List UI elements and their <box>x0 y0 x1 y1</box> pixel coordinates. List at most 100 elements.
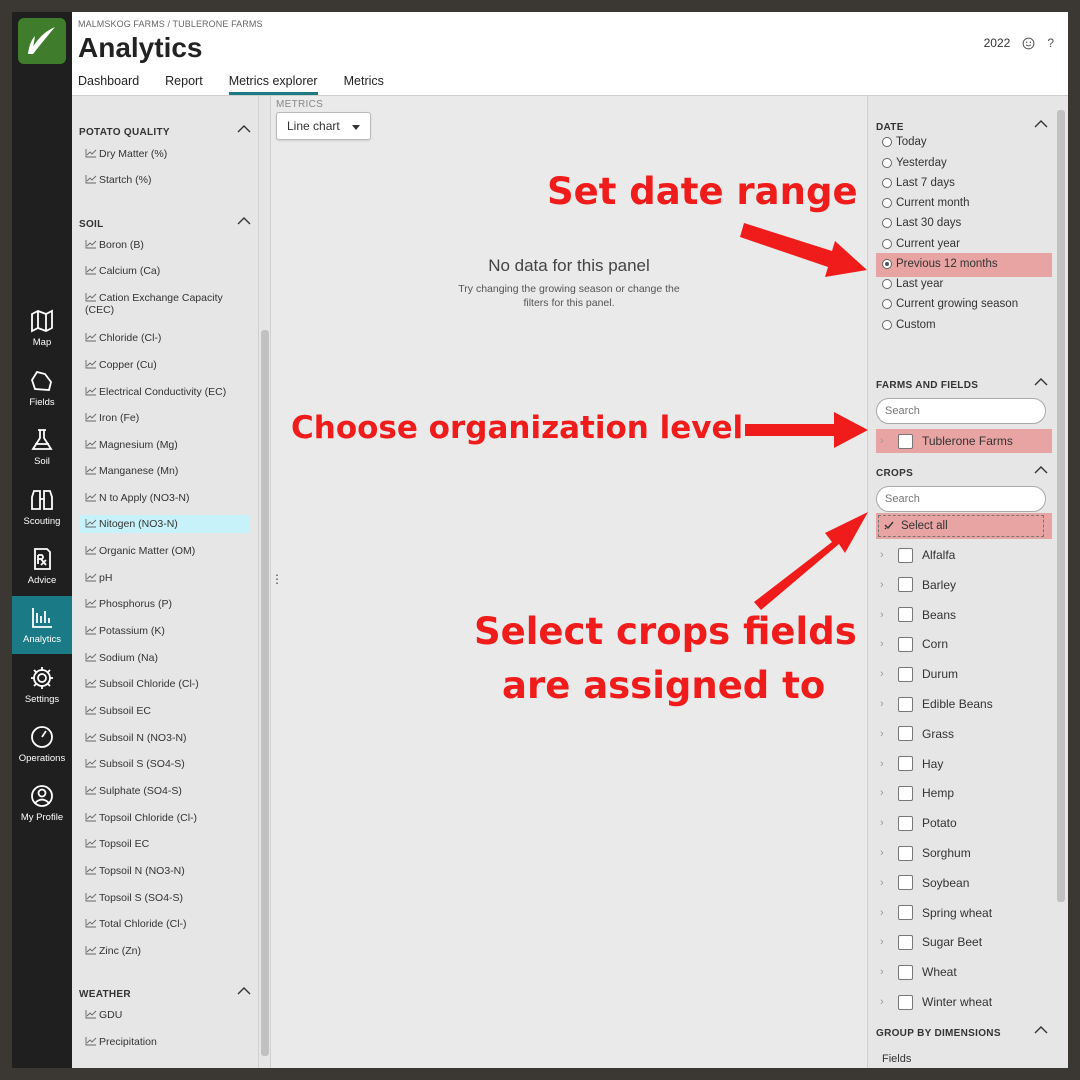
chevron-right-icon[interactable]: › <box>880 435 888 447</box>
metric-item[interactable]: Sodium (Na) <box>79 649 249 667</box>
metric-item[interactable]: N to Apply (NO3-N) <box>79 489 249 507</box>
metric-item[interactable]: Subsoil N (NO3-N) <box>79 729 249 747</box>
metric-item[interactable]: Boron (B) <box>79 236 249 254</box>
nav-item-advice[interactable]: Advice <box>12 537 72 595</box>
chevron-right-icon[interactable]: › <box>880 907 888 919</box>
nav-item-my-profile[interactable]: My Profile <box>12 774 72 832</box>
radio-icon[interactable] <box>882 198 892 208</box>
metric-item[interactable]: Topsoil N (NO3-N) <box>79 862 249 880</box>
checkbox[interactable] <box>898 815 913 831</box>
date-option[interactable]: Last 7 days <box>882 177 955 189</box>
help-icon[interactable]: ? <box>1047 36 1054 50</box>
left-resize-handle[interactable]: ⋮ <box>271 573 283 585</box>
radio-icon[interactable] <box>882 178 892 188</box>
metric-item[interactable]: Electrical Conductivity (EC) <box>79 383 249 401</box>
metric-item[interactable]: Sulphate (SO4-S) <box>79 782 249 800</box>
date-option[interactable]: Custom <box>882 319 936 331</box>
chevron-right-icon[interactable]: › <box>880 877 888 889</box>
nav-item-soil[interactable]: Soil <box>12 418 72 476</box>
crop-item[interactable]: › Beans <box>880 604 1045 626</box>
chevron-right-icon[interactable]: › <box>880 549 888 561</box>
app-logo[interactable] <box>18 18 66 64</box>
date-option[interactable]: Current month <box>882 197 970 209</box>
chevron-right-icon[interactable]: › <box>880 936 888 948</box>
crop-item[interactable]: › Edible Beans <box>880 693 1045 715</box>
metric-item[interactable]: Copper (Cu) <box>79 356 249 374</box>
crop-item[interactable]: › Wheat <box>880 961 1045 983</box>
metric-item[interactable]: Phosphorus (P) <box>79 595 249 613</box>
chevron-up-icon[interactable] <box>237 124 251 134</box>
tab-report[interactable]: Report <box>165 74 203 95</box>
chevron-right-icon[interactable]: › <box>880 728 888 740</box>
smiley-icon[interactable] <box>1022 37 1035 50</box>
nav-item-map[interactable]: Map <box>12 299 72 357</box>
checkbox[interactable] <box>898 433 913 449</box>
checkbox[interactable] <box>898 547 913 563</box>
metric-item[interactable]: Topsoil EC <box>79 835 249 853</box>
checkbox[interactable] <box>898 696 913 712</box>
metric-item[interactable]: Nitogen (NO3-N) <box>79 515 249 533</box>
filters-scrollbar[interactable] <box>1054 96 1068 1068</box>
checkbox[interactable] <box>898 785 913 801</box>
metric-group-header[interactable]: POTATO QUALITY <box>79 124 251 138</box>
nav-item-operations[interactable]: Operations <box>12 715 72 773</box>
metric-item[interactable]: Total Chloride (Cl-) <box>79 915 249 933</box>
date-option[interactable]: Last 30 days <box>882 217 961 229</box>
date-option[interactable]: Current year <box>882 238 960 250</box>
radio-icon[interactable] <box>882 218 892 228</box>
checkbox[interactable] <box>898 756 913 772</box>
date-option[interactable]: Previous 12 months <box>882 258 998 270</box>
farms-search-input[interactable] <box>876 398 1046 424</box>
chevron-up-icon[interactable] <box>1034 377 1048 387</box>
metric-item[interactable]: Cation Exchange Capacity (CEC) <box>79 289 239 319</box>
checkbox[interactable] <box>898 577 913 593</box>
radio-icon[interactable] <box>882 320 892 330</box>
crop-item[interactable]: › Corn <box>880 633 1045 655</box>
nav-item-fields[interactable]: Fields <box>12 359 72 417</box>
chevron-right-icon[interactable]: › <box>880 847 888 859</box>
crop-item[interactable]: › Potato <box>880 812 1045 834</box>
radio-icon[interactable] <box>882 299 892 309</box>
chevron-right-icon[interactable]: › <box>880 579 888 591</box>
crop-item[interactable]: › Hemp <box>880 782 1045 804</box>
crop-item[interactable]: › Soybean <box>880 872 1045 894</box>
crop-item[interactable]: › Grass <box>880 723 1045 745</box>
radio-icon[interactable] <box>882 158 892 168</box>
radio-icon[interactable] <box>882 137 892 147</box>
metric-item[interactable]: Subsoil S (SO4-S) <box>79 755 249 773</box>
tab-dashboard[interactable]: Dashboard <box>78 74 139 95</box>
metric-item[interactable]: Chloride (Cl-) <box>79 329 249 347</box>
chevron-right-icon[interactable]: › <box>880 668 888 680</box>
chevron-right-icon[interactable]: › <box>880 638 888 650</box>
metrics-scrollbar[interactable] <box>258 96 270 1068</box>
breadcrumb[interactable]: MALMSKOG FARMS / TUBLERONE FARMS <box>78 19 263 29</box>
chevron-right-icon[interactable]: › <box>880 996 888 1008</box>
metric-item[interactable]: Potassium (K) <box>79 622 249 640</box>
metric-item[interactable]: Organic Matter (OM) <box>79 542 249 560</box>
crop-item[interactable]: › Spring wheat <box>880 902 1045 924</box>
chevron-up-icon[interactable] <box>1034 119 1048 129</box>
scrollbar-thumb[interactable] <box>261 330 269 1056</box>
metric-item[interactable]: Subsoil Chloride (Cl-) <box>79 675 249 693</box>
date-option[interactable]: Today <box>882 136 927 148</box>
farm-item[interactable]: › Tublerone Farms <box>880 430 1045 452</box>
crop-item[interactable]: › Hay <box>880 753 1045 775</box>
crop-item[interactable]: › Winter wheat <box>880 991 1045 1013</box>
date-option[interactable]: Current growing season <box>882 298 1018 310</box>
metric-item[interactable]: GDU <box>79 1006 249 1024</box>
checkbox[interactable] <box>898 905 913 921</box>
checkbox[interactable] <box>898 964 913 980</box>
checkbox[interactable] <box>898 875 913 891</box>
metric-item[interactable]: Calcium (Ca) <box>79 262 249 280</box>
checkbox[interactable] <box>898 607 913 623</box>
checkbox[interactable] <box>898 726 913 742</box>
chevron-up-icon[interactable] <box>1034 465 1048 475</box>
crop-item[interactable]: › Sugar Beet <box>880 931 1045 953</box>
metric-item[interactable]: Manganese (Mn) <box>79 462 249 480</box>
nav-item-scouting[interactable]: Scouting <box>12 478 72 536</box>
chevron-right-icon[interactable]: › <box>880 966 888 978</box>
select-all-button[interactable]: Select all <box>878 515 1044 537</box>
crops-search-input[interactable] <box>876 486 1046 512</box>
metric-item[interactable]: Dry Matter (%) <box>79 145 249 163</box>
crops-section-header[interactable]: CROPS <box>876 465 1048 479</box>
